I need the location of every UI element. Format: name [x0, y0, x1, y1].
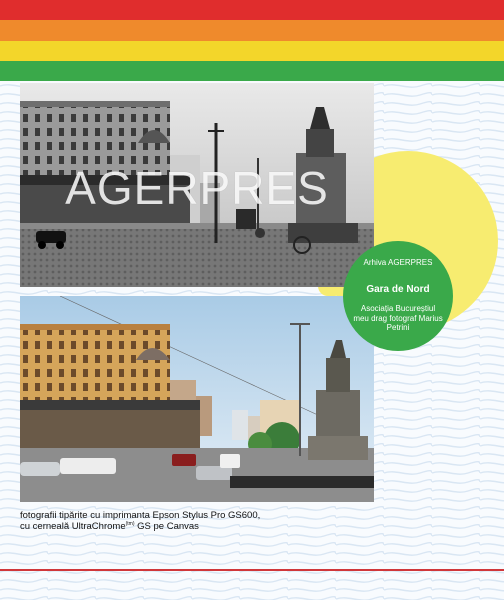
yellow-stripe [0, 41, 504, 61]
caption-line-2-end: GS pe Canvas [134, 521, 199, 532]
trademark-mark: (tm) [125, 520, 135, 527]
print-caption: fotografii tipărite cu imprimanta Epson … [20, 510, 320, 532]
red-stripe [0, 0, 504, 20]
archive-label: Arhiva AGERPRES [363, 258, 433, 267]
footer-rule [0, 569, 504, 571]
green-stripe [0, 61, 504, 81]
agerpres-watermark: AGERPRES [65, 162, 329, 214]
caption-line-2-start: cu cerneală UltraChrome [20, 521, 126, 532]
caption-line-1: fotografii tipărite cu imprimanta Epson … [20, 510, 261, 521]
info-badge: Arhiva AGERPRES Gara de Nord Asociația B… [343, 241, 453, 351]
historic-photo-gara-de-nord: AGERPRES [20, 83, 374, 287]
modern-photo-gara-de-nord [20, 296, 374, 502]
photographer-credit: Asociația Bucureștiul meu drag fotograf … [353, 304, 443, 332]
badge-title: Gara de Nord [366, 284, 430, 295]
orange-stripe [0, 20, 504, 41]
